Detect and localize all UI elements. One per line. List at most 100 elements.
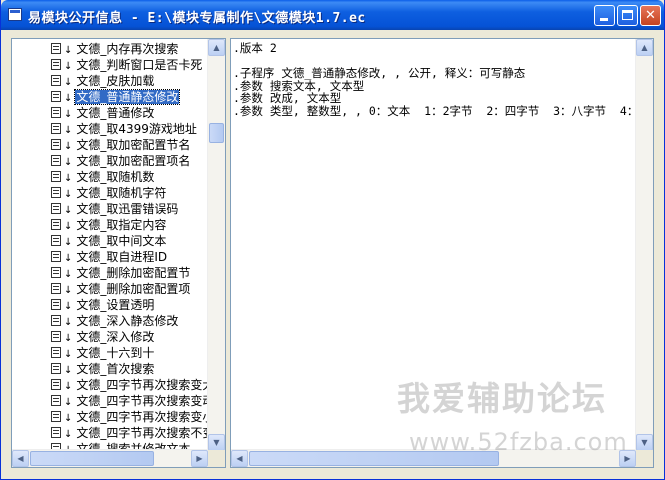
list-item[interactable]: ↓ 文德_皮肤加载: [51, 73, 155, 89]
list-item-label: 文德_取中间文本: [76, 234, 167, 248]
list-item[interactable]: ↓ 文德_设置透明: [51, 297, 155, 313]
document-icon: [51, 363, 61, 374]
scroll-up-button[interactable]: ▲: [208, 39, 225, 56]
function-list-pane[interactable]: ↓ 文德_内存再次搜索 ↓ 文德_判断窗口是否卡死 ↓ 文德_皮肤加载 ↓ 文德_普通静态修改…: [11, 38, 226, 468]
title-bar[interactable]: 易模块公开信息 - E:\模块专属制作\文德模块1.7.ec ✕: [1, 0, 664, 30]
code-vertical-scrollbar[interactable]: ▲ ▼: [635, 39, 653, 451]
scroll-down-button[interactable]: ▼: [208, 434, 225, 451]
list-item[interactable]: ↓ 文德_首次搜索: [51, 361, 155, 377]
list-item[interactable]: ↓ 文德_取中间文本: [51, 233, 167, 249]
document-icon: [51, 187, 61, 198]
document-icon: [51, 299, 61, 310]
list-item[interactable]: ↓ 文德_深入修改: [51, 329, 155, 345]
function-list[interactable]: ↓ 文德_内存再次搜索 ↓ 文德_判断窗口是否卡死 ↓ 文德_皮肤加载 ↓ 文德_普通静态修改…: [12, 39, 210, 451]
list-item[interactable]: ↓ 文德_取随机字符: [51, 185, 167, 201]
code-line: .子程序 文德_普通静态修改, , 公开, 释义：可写静态: [233, 66, 526, 80]
list-item[interactable]: ↓ 文德_删除加密配置节: [51, 265, 191, 281]
list-item[interactable]: ↓ 文德_深入静态修改: [51, 313, 179, 329]
document-icon: [51, 315, 61, 326]
list-item-label: 文德_皮肤加载: [76, 74, 155, 88]
scroll-thumb[interactable]: [209, 123, 224, 143]
document-icon: [51, 235, 61, 246]
list-item[interactable]: ↓ 文德_取加密配置节名: [51, 137, 191, 153]
code-line: .版本 2: [233, 42, 277, 55]
maximize-icon: [622, 10, 633, 20]
list-item-label: 文德_取随机数: [76, 170, 155, 184]
chevron-right-icon: ▶: [196, 454, 203, 463]
document-icon: [51, 43, 61, 54]
list-item-label: 文德_取加密配置项名: [76, 154, 191, 168]
chevron-down-icon: ▼: [213, 438, 220, 447]
list-item-label: 文德_取4399游戏地址: [76, 122, 197, 136]
list-item-label: 文德_四字节再次搜索变小: [76, 410, 210, 424]
list-item[interactable]: ↓ 文德_取迅雷错误码: [51, 201, 179, 217]
list-item[interactable]: ↓ 文德_四字节再次搜索不变: [51, 425, 210, 441]
list-item[interactable]: ↓ 文德_判断窗口是否卡死: [51, 57, 203, 73]
list-item[interactable]: ↓ 文德_取4399游戏地址: [51, 121, 198, 137]
document-icon: [51, 427, 61, 438]
scroll-thumb-horizontal[interactable]: [30, 451, 154, 466]
document-icon: [51, 395, 61, 406]
function-list-horizontal-scrollbar[interactable]: ◀ ▶: [12, 449, 208, 467]
code-scroll-corner: [636, 450, 653, 467]
document-icon: [51, 155, 61, 166]
document-icon: [51, 219, 61, 230]
list-item[interactable]: ↓ 文德_四字节再次搜索变小: [51, 409, 210, 425]
list-item[interactable]: ↓ 文德_四字节再次搜索变大: [51, 377, 210, 393]
code-scroll-up-button[interactable]: ▲: [636, 39, 653, 56]
chevron-up-icon: ▲: [641, 43, 648, 52]
list-item-label: 文德_四字节再次搜索不变: [76, 426, 210, 440]
document-icon: [51, 59, 61, 70]
document-icon: [51, 171, 61, 182]
minimize-icon: [600, 18, 608, 21]
function-list-vertical-scrollbar[interactable]: ▲ ▼: [207, 39, 225, 451]
maximize-button[interactable]: [617, 5, 638, 26]
document-icon: [51, 251, 61, 262]
close-button[interactable]: ✕: [640, 5, 661, 26]
chevron-up-icon: ▲: [213, 43, 220, 52]
scroll-corner: [208, 450, 225, 467]
list-item-label: 文德_普通修改: [76, 106, 155, 120]
list-item[interactable]: ↓ 文德_取自进程ID: [51, 249, 168, 265]
document-icon: [51, 203, 61, 214]
code-line: .参数 改成, 文本型: [233, 91, 342, 105]
list-item[interactable]: ↓ 文德_取指定内容: [51, 217, 167, 233]
chevron-down-icon: ▼: [641, 438, 648, 447]
document-icon: [51, 331, 61, 342]
chevron-left-icon: ◀: [17, 454, 24, 463]
list-item[interactable]: ↓ 文德_取加密配置项名: [51, 153, 191, 169]
list-item-label: 文德_普通静态修改: [74, 89, 181, 105]
app-window-icon[interactable]: [8, 8, 22, 21]
window-title: 易模块公开信息 - E:\模块专属制作\文德模块1.7.ec: [28, 11, 366, 26]
list-item-label: 文德_取指定内容: [76, 218, 167, 232]
scroll-right-button[interactable]: ▶: [191, 450, 208, 467]
list-item-label: 文德_设置透明: [76, 298, 155, 312]
list-item-label: 文德_四字节再次搜索变大: [76, 378, 210, 392]
close-icon: ✕: [645, 8, 656, 23]
list-item-label: 文德_十六到十: [76, 346, 155, 360]
list-item-label: 文德_取加密配置节名: [76, 138, 191, 152]
document-icon: [51, 107, 61, 118]
list-item-label: 文德_首次搜索: [76, 362, 155, 376]
list-item[interactable]: ↓ 文德_普通修改: [51, 105, 155, 121]
list-item[interactable]: ↓ 文德_十六到十: [51, 345, 155, 361]
code-line: .参数 类型, 整数型, , 0：文本 1：2字节 2：四字节 3：八字节 4：…: [233, 103, 635, 118]
list-item[interactable]: ↓ 文德_取随机数: [51, 169, 155, 185]
scroll-left-button[interactable]: ◀: [12, 450, 29, 467]
list-item[interactable]: ↓ 文德_普通静态修改: [51, 89, 181, 105]
watermark-text: 我爱辅助论坛: [397, 379, 607, 418]
document-icon: [51, 139, 61, 150]
list-item[interactable]: ↓ 文德_删除加密配置项: [51, 281, 191, 297]
minimize-button[interactable]: [594, 5, 615, 26]
document-icon: [51, 411, 61, 422]
code-scroll-left-button[interactable]: ◀: [231, 450, 248, 467]
list-item[interactable]: ↓ 文德_四字节再次搜索变动: [51, 393, 210, 409]
chevron-left-icon: ◀: [236, 454, 243, 463]
list-item-label: 文德_取迅雷错误码: [76, 202, 179, 216]
list-item-label: 文德_深入修改: [76, 330, 155, 344]
watermark-url: www.52fzba.com: [409, 428, 628, 456]
list-item[interactable]: ↓ 文德_内存再次搜索: [51, 41, 179, 57]
list-item-label: 文德_删除加密配置节: [76, 266, 191, 280]
code-scroll-down-button[interactable]: ▼: [636, 434, 653, 451]
document-icon: [51, 347, 61, 358]
